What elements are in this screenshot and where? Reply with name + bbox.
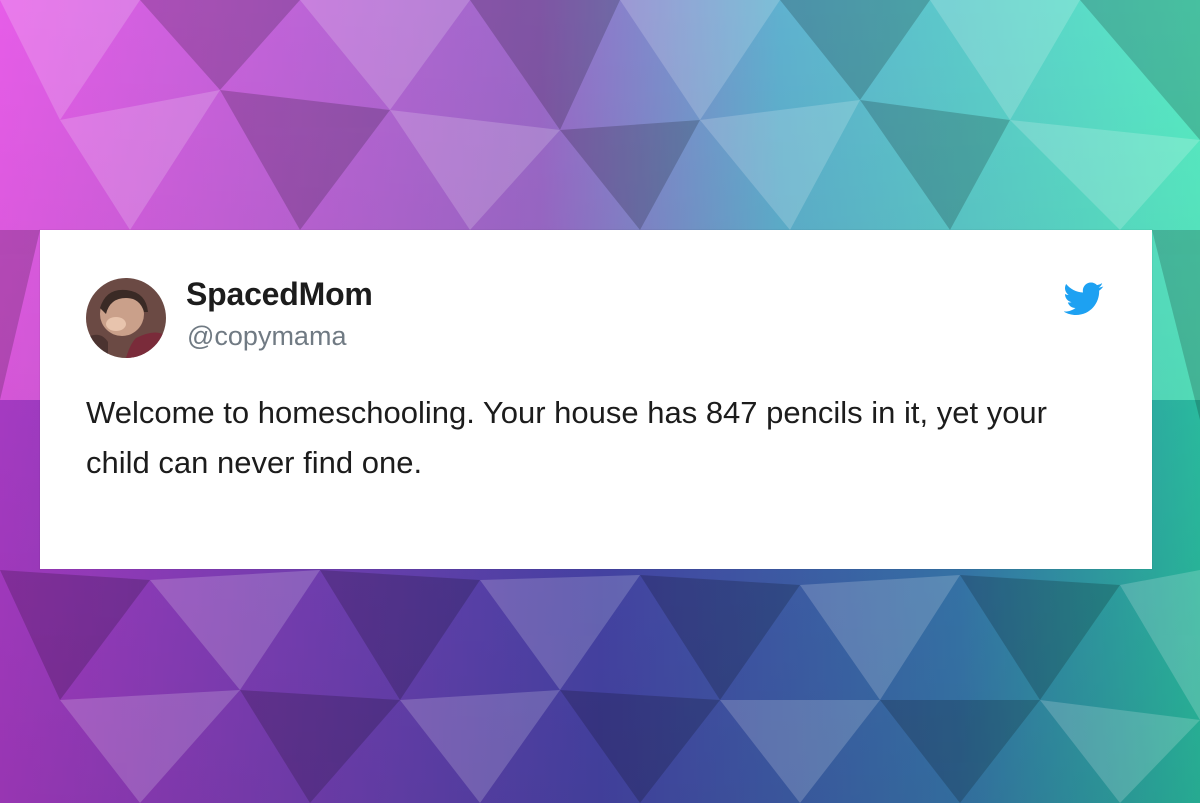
user-handle[interactable]: @copymama [187, 321, 346, 352]
tweet-card: SpacedMom @copymama Welcome to homeschoo… [40, 230, 1152, 569]
avatar[interactable] [86, 278, 166, 358]
tweet-text: Welcome to homeschooling. Your house has… [86, 395, 1047, 480]
twitter-bird-icon[interactable] [1064, 282, 1104, 316]
display-name[interactable]: SpacedMom [186, 276, 373, 313]
